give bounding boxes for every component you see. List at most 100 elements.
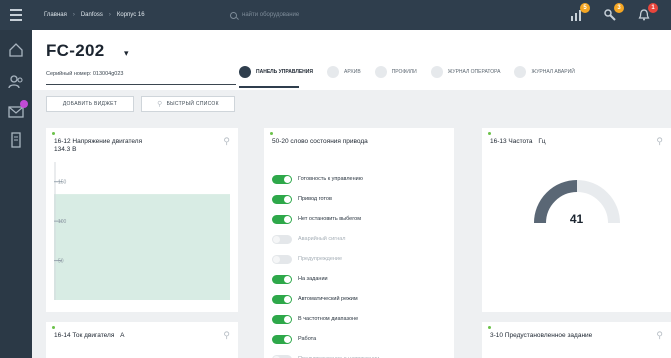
toggle-knob [284,215,291,223]
tab-profiles[interactable]: ПРОФИЛИ [374,66,417,78]
status-dot [52,326,55,329]
breadcrumb-danfoss[interactable]: Danfoss [81,12,103,18]
status-item: Аварийный сигнал [272,233,346,245]
pin-icon: ⚲ [157,101,163,108]
status-label: Готовность к управлению [298,176,363,182]
mail-icon[interactable] [8,100,28,120]
status-item: Привод готов [272,193,332,205]
toggle-knob [273,235,280,243]
status-toggle[interactable] [272,314,292,324]
widget-title-text: 16-14 Ток двигателя [54,332,115,339]
users-icon[interactable] [8,74,24,90]
dashboard-icon [239,66,251,78]
add-widget-button[interactable]: ДОБАВИТЬ ВИДЖЕТ [46,96,134,112]
archive-icon [326,66,339,78]
widget-title: 50-20 слово состояния привода [272,138,368,145]
status-toggle[interactable] [272,254,292,264]
chevron-down-icon[interactable]: ▾ [124,48,129,59]
pin-icon[interactable]: ⚲ [223,136,230,147]
breadcrumb: Главная › Danfoss › Корпус 16 [44,0,145,30]
tab-label: ПАНЕЛЬ УПРАВЛЕНИЯ [256,69,313,75]
toggle-knob [284,315,291,323]
widget-title: 3-10 Предустановленное задание [490,332,593,339]
tab-archive[interactable]: АРХИВ [326,66,361,78]
status-toggle[interactable] [272,194,292,204]
status-toggle[interactable] [272,334,292,344]
tab-control-panel[interactable]: ПАНЕЛЬ УПРАВЛЕНИЯ [239,66,313,78]
chart-icon[interactable]: 5 [569,3,590,22]
add-widget-label: ДОБАВИТЬ ВИДЖЕТ [62,101,118,107]
status-label: Привод готов [298,196,332,202]
pin-icon[interactable]: ⚲ [656,330,663,341]
breadcrumb-building[interactable]: Корпус 16 [117,12,145,18]
tab-label: ЖУРНАЛ ОПЕРАТОРА [447,69,501,75]
chevron-right-icon: › [72,12,75,18]
tab-label: ЖУРНАЛ АВАРИЙ [531,69,575,75]
status-dot [52,132,55,135]
quick-list-label: БЫСТРЫЙ СПИСОК [166,101,219,107]
device-icon[interactable] [8,132,24,148]
pin-icon[interactable]: ⚲ [223,330,230,341]
log-icon [430,66,443,78]
quick-list-button[interactable]: ⚲ БЫСТРЫЙ СПИСОК [141,96,235,112]
tab-bar: ПАНЕЛЬ УПРАВЛЕНИЯ АРХИВ ПРОФИЛИ ЖУРНАЛ О… [239,66,575,78]
device-header: FC-202 ▾ Серийный номер: 013004g023 ПАНЕ… [32,30,671,90]
chart-area-fill [54,194,230,300]
toggle-knob [273,255,280,263]
search-input[interactable]: найти оборудование [230,0,299,30]
status-label: Нет остановить выбегом [298,216,361,222]
tab-label: АРХИВ [343,69,361,75]
bell-icon[interactable]: 1 [637,3,658,22]
toggle-knob [284,175,291,183]
chart-tick-label: 150 [58,180,67,186]
tab-alarm-log[interactable]: ЖУРНАЛ АВАРИЙ [514,66,575,78]
widget-voltage: 16-12 Напряжение двигателя 134.3 В ⚲ 150… [46,128,238,312]
notification-badge: 1 [648,3,658,13]
chevron-right-icon: › [108,12,111,18]
widget-frequency: 16-13 Частота Гц ⚲ 41 [482,128,671,312]
search-icon [230,11,237,19]
status-toggle[interactable] [272,174,292,184]
voltage-chart: 150 100 50 [54,162,230,300]
widget-title: 16-13 Частота Гц [490,138,546,146]
status-label: Аварийный сигнал [298,236,346,242]
widget-value: 134.3 В [54,146,77,153]
status-label: В частотном диапазоне [298,316,359,322]
status-toggle[interactable] [272,294,292,304]
status-item: На задании [272,273,328,285]
status-toggle[interactable] [272,274,292,284]
alarm-icon [514,66,527,78]
tab-active-indicator [239,86,299,88]
status-dot [488,132,491,135]
status-item: В частотном диапазоне [272,313,358,325]
widget-unit: Гц [538,138,546,145]
widget-title-text: 16-12 Напряжение двигателя [54,138,143,145]
status-item: Предупреждение [272,253,342,265]
status-item: Нет остановить выбегом [272,213,361,225]
divider [46,84,236,85]
status-label: Работа [298,336,317,342]
widget-title: 16-12 Напряжение двигателя 134.3 В [54,138,142,154]
tab-operator-log[interactable]: ЖУРНАЛ ОПЕРАТОРА [430,66,501,78]
chart-tick-label: 100 [58,219,67,225]
status-label: Предупреждение [298,256,343,262]
status-toggle[interactable] [272,214,292,224]
home-icon[interactable] [8,42,24,58]
status-item: Автоматический режим [272,293,358,305]
toggle-knob [284,335,291,343]
pin-icon[interactable]: ⚲ [656,136,663,147]
chart-tick-label: 50 [58,259,64,265]
wrench-icon[interactable]: 3 [603,3,624,22]
menu-icon[interactable] [0,0,32,30]
status-toggle[interactable] [272,234,292,244]
status-toggle[interactable] [272,354,292,358]
toggle-knob [284,295,291,303]
user-menu[interactable] [659,6,671,24]
breadcrumb-home[interactable]: Главная [44,12,67,18]
serial-number: Серийный номер: 013004g023 [46,71,124,77]
top-bar: Главная › Danfoss › Корпус 16 найти обор… [0,0,671,30]
status-dot [488,326,491,329]
toggle-knob [284,275,291,283]
status-label: Автоматический режим [298,296,358,302]
page-title: FC-202 [46,41,105,60]
